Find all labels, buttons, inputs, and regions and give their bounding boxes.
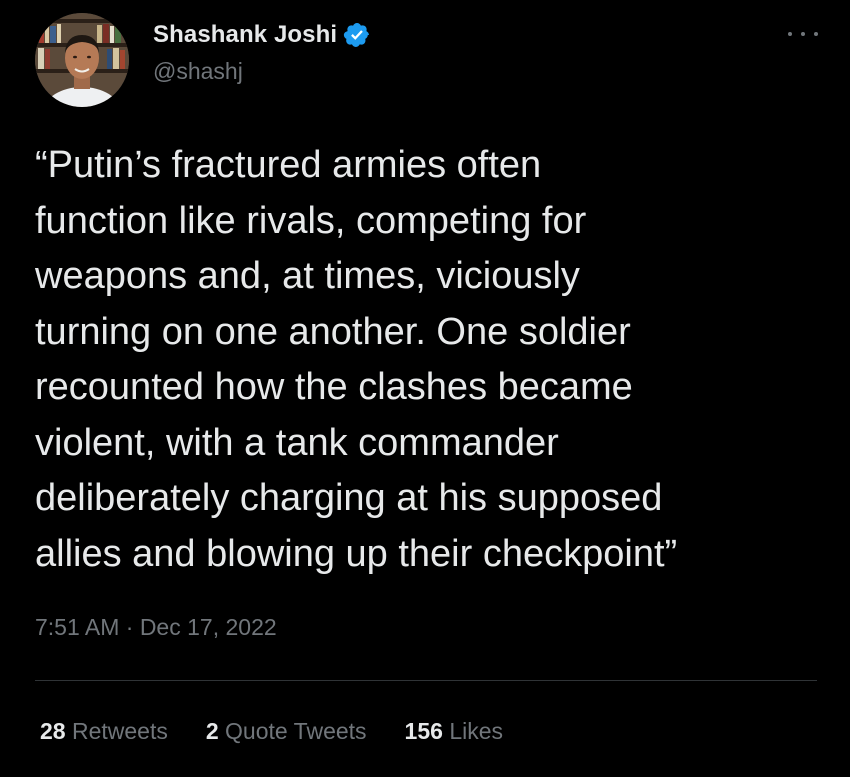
more-dot-icon — [801, 32, 805, 36]
author-name-row: Shashank Joshi — [153, 20, 371, 50]
retweets-count: 28 — [40, 718, 72, 744]
more-dot-icon — [814, 32, 818, 36]
tweet-text-line: turning on one another. One soldier — [35, 310, 631, 353]
engagement-stats: 28 Retweets 2 Quote Tweets 156 Likes — [40, 718, 541, 745]
retweets-label: Retweets — [71, 718, 168, 744]
tweet-text-line: “Putin’s fractured armies often — [35, 144, 542, 186]
tweet-card: Shashank Joshi @shashj “Putin’s fracture… — [0, 0, 850, 777]
retweets-stat[interactable]: 28 Retweets — [40, 718, 168, 745]
author-display-name[interactable]: Shashank Joshi — [153, 21, 337, 49]
quote-tweets-label: Quote Tweets — [225, 718, 367, 744]
tweet-text-line: violent, with a tank commander — [35, 421, 559, 464]
more-options-button[interactable] — [786, 24, 820, 44]
likes-count: 156 — [404, 718, 450, 744]
author-handle[interactable]: @shashj — [153, 58, 371, 85]
more-dot-icon — [788, 32, 792, 36]
likes-label: Likes — [449, 718, 504, 744]
tweet-text-line: allies and blowing up their checkpoint” — [35, 532, 678, 575]
quote-tweets-stat[interactable]: 2 Quote Tweets — [206, 718, 367, 745]
avatar-photo — [35, 13, 129, 107]
divider — [35, 680, 817, 681]
likes-stat[interactable]: 156 Likes — [405, 718, 503, 745]
quote-tweets-count: 2 — [205, 718, 226, 744]
tweet-text-line: weapons and, at times, viciously — [35, 255, 580, 297]
tweet-timestamp[interactable]: 7:51 AM · Dec 17, 2022 — [35, 614, 277, 641]
author-block: Shashank Joshi @shashj — [153, 20, 371, 85]
tweet-text-line: recounted how the clashes became — [35, 366, 633, 408]
verified-badge-icon — [343, 21, 371, 49]
tweet-text-line: function like rivals, competing for — [35, 199, 587, 242]
tweet-text-line: deliberately charging at his supposed — [35, 477, 663, 519]
avatar[interactable] — [35, 13, 129, 107]
tweet-text: “Putin’s fractured armies often function… — [35, 138, 835, 582]
